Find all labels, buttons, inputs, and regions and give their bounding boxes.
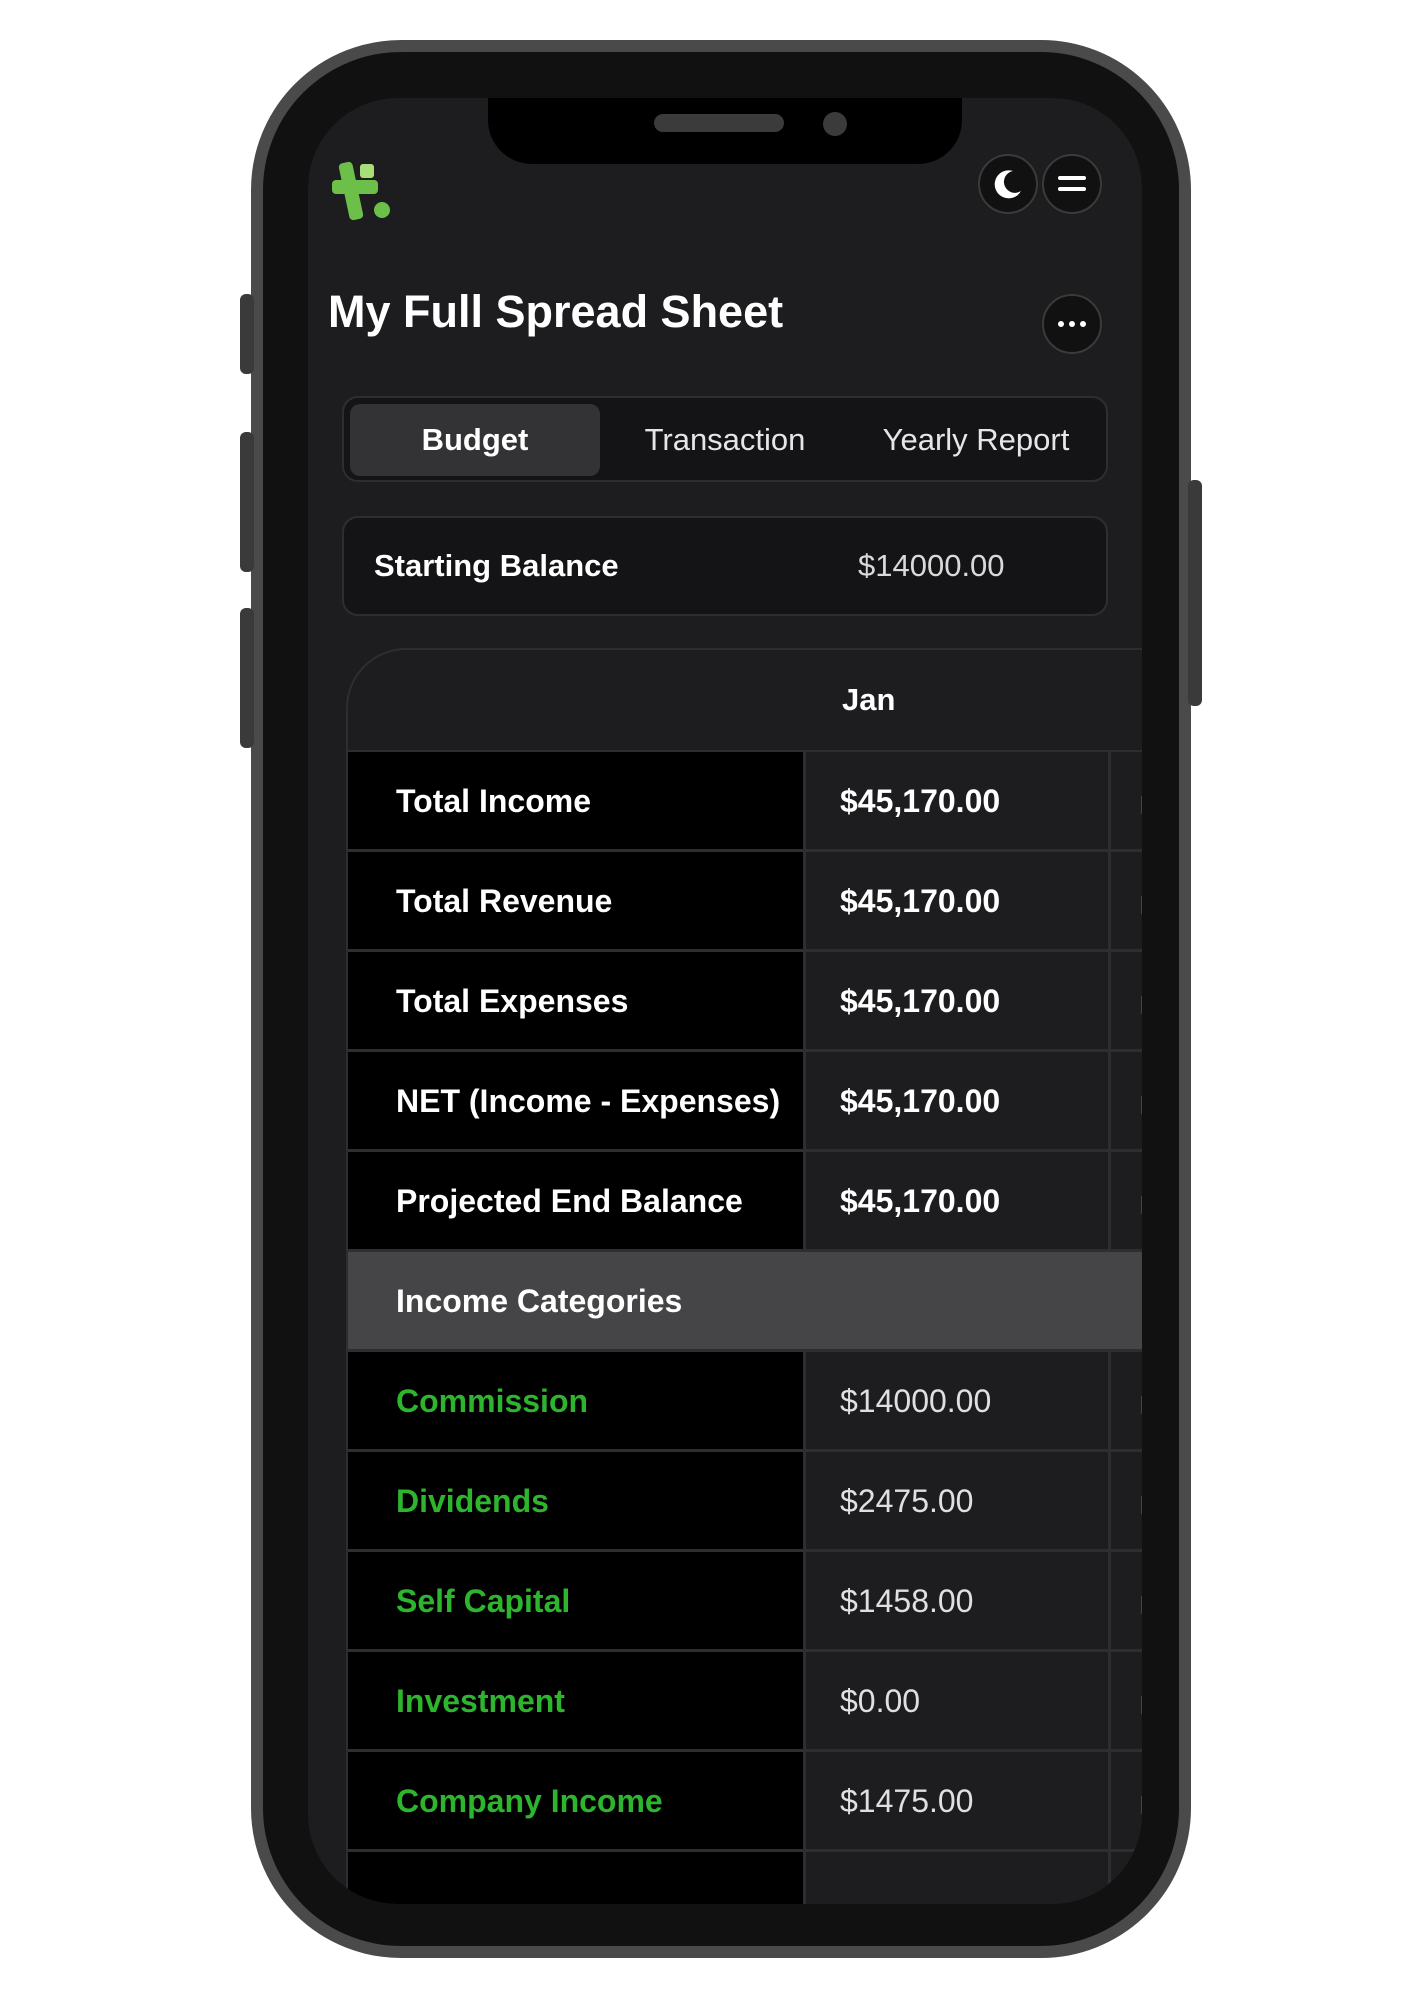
row-label: Total Expenses bbox=[396, 983, 629, 1019]
section-title: Income Categories bbox=[396, 1283, 683, 1319]
page-title: My Full Spread Sheet bbox=[328, 286, 784, 337]
category-label[interactable]: Investment bbox=[396, 1683, 565, 1720]
row-value: $45,170.00 bbox=[840, 1183, 1001, 1219]
row-value: $45,170.00 bbox=[840, 983, 1001, 1019]
app-screen: My Full Spread Sheet Budget Transaction … bbox=[308, 98, 1142, 1904]
table-row-investment[interactable]: Investment $0.00 bbox=[348, 1652, 1142, 1752]
month-header: Jan bbox=[842, 682, 896, 717]
category-label[interactable]: Commission bbox=[396, 1383, 588, 1420]
theme-toggle-button[interactable] bbox=[978, 154, 1038, 214]
table-row-net[interactable]: NET (Income - Expenses) $45,170.00 bbox=[348, 1052, 1142, 1152]
category-value[interactable]: $2475.00 bbox=[840, 1483, 973, 1520]
tab-yearly-report[interactable]: Yearly Report bbox=[850, 404, 1102, 476]
row-label: Total Revenue bbox=[396, 883, 613, 919]
table-row-total-revenue[interactable]: Total Revenue $45,170.00 bbox=[348, 852, 1142, 952]
row-value: $45,170.00 bbox=[840, 883, 1001, 919]
category-value[interactable]: $1475.00 bbox=[840, 1783, 973, 1820]
phone-power-button bbox=[1188, 480, 1202, 706]
table-row-self-capital[interactable]: Self Capital $1458.00 bbox=[348, 1552, 1142, 1652]
notch bbox=[488, 98, 962, 164]
row-label: Projected End Balance bbox=[396, 1183, 743, 1219]
table-header: Jan bbox=[348, 650, 1142, 753]
row-value: $45,170.00 bbox=[840, 1083, 1001, 1119]
category-label[interactable]: Self Capital bbox=[396, 1583, 570, 1620]
phone-volume-down bbox=[240, 608, 254, 748]
phone-silent-switch bbox=[240, 294, 254, 374]
menu-button[interactable] bbox=[1042, 154, 1102, 214]
income-categories-header: Income Categories bbox=[348, 1252, 1142, 1352]
tab-transaction[interactable]: Transaction bbox=[600, 404, 850, 476]
budget-table: Jan Total Income $45,170.00 Total Revenu… bbox=[346, 648, 1142, 1904]
table-row-dividends[interactable]: Dividends $2475.00 bbox=[348, 1452, 1142, 1552]
starting-balance-value[interactable]: $14000.00 bbox=[858, 548, 1005, 584]
row-label: NET (Income - Expenses) bbox=[396, 1083, 781, 1119]
hamburger-menu-icon bbox=[1058, 176, 1086, 191]
category-value[interactable]: $1458.00 bbox=[840, 1583, 973, 1620]
category-value[interactable]: $0.00 bbox=[840, 1683, 920, 1720]
camera bbox=[823, 112, 847, 136]
table-row-company-income[interactable]: Company Income $1475.00 bbox=[348, 1752, 1142, 1852]
table-row-projected-end-balance[interactable]: Projected End Balance $45,170.00 bbox=[348, 1152, 1142, 1252]
table-row-commission[interactable]: Commission $14000.00 bbox=[348, 1352, 1142, 1452]
starting-balance-label: Starting Balance bbox=[374, 548, 619, 583]
tab-bar: Budget Transaction Yearly Report bbox=[342, 396, 1108, 482]
moon-icon bbox=[994, 170, 1021, 199]
app-logo-icon[interactable] bbox=[330, 160, 394, 224]
category-value[interactable]: $14000.00 bbox=[840, 1383, 991, 1420]
more-options-button[interactable] bbox=[1042, 294, 1102, 354]
tab-budget[interactable]: Budget bbox=[350, 404, 600, 476]
category-label[interactable]: Company Income bbox=[396, 1783, 663, 1820]
row-label: Total Income bbox=[396, 783, 591, 819]
table-row-total-expenses[interactable]: Total Expenses $45,170.00 bbox=[348, 952, 1142, 1052]
category-label[interactable]: Dividends bbox=[396, 1483, 549, 1520]
speaker bbox=[654, 114, 784, 132]
starting-balance-card[interactable]: Starting Balance $14000.00 bbox=[342, 516, 1108, 616]
table-row-total-income[interactable]: Total Income $45,170.00 bbox=[348, 752, 1142, 852]
phone-volume-up bbox=[240, 432, 254, 572]
table-row-partial bbox=[348, 1852, 1142, 1904]
row-value: $45,170.00 bbox=[840, 783, 1001, 819]
more-horizontal-icon bbox=[1058, 321, 1086, 327]
